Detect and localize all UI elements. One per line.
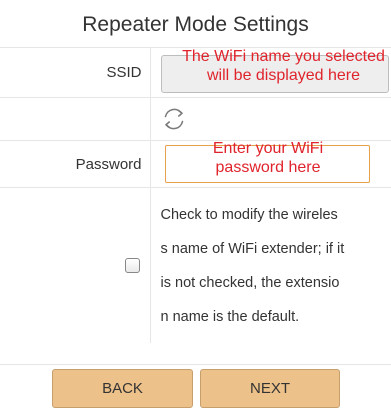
extender-text-line: n name is the default. (160, 309, 300, 326)
next-button[interactable]: NEXT (200, 369, 340, 408)
password-hint: Enter your WiFi password here (166, 139, 371, 177)
password-input[interactable]: Enter your WiFi password here (164, 140, 370, 183)
refresh-cell (150, 97, 391, 141)
ssid-hint-line2: will be displayed here (207, 66, 360, 84)
settings-table: SSID The WiFi name you selected will be … (0, 47, 391, 343)
ssid-cell: The WiFi name you selected will be displ… (150, 47, 391, 98)
extender-name-row: Check to modify the wireles s name of Wi… (0, 187, 391, 343)
extender-text-line: is not checked, the extensio (160, 275, 340, 292)
ssid-row: SSID The WiFi name you selected will be … (0, 47, 391, 98)
ssid-hint: The WiFi name you selected will be displ… (164, 47, 391, 85)
password-hint-line1: Enter your WiFi (212, 140, 324, 157)
password-hint-line2: password here (215, 159, 321, 176)
extender-text-line: Check to modify the wireles (160, 207, 338, 224)
refresh-label-cell (0, 97, 151, 141)
extender-text-line: s name of WiFi extender; if it (160, 241, 345, 258)
extender-checkbox-cell (0, 187, 151, 343)
ssid-label: SSID (0, 47, 151, 98)
ssid-hint-line1: The WiFi name you selected (182, 47, 385, 65)
ssid-field[interactable]: The WiFi name you selected will be displ… (160, 48, 389, 93)
extender-description: Check to modify the wireles s name of Wi… (161, 196, 391, 334)
page-title: Repeater Mode Settings (82, 13, 309, 36)
password-cell: Enter your WiFi password here (150, 140, 391, 188)
button-row: BACK NEXT (0, 364, 391, 412)
extender-text-cell: Check to modify the wireles s name of Wi… (150, 187, 391, 343)
extender-name-checkbox[interactable] (125, 257, 140, 273)
repeater-settings-page: Repeater Mode Settings SSID The WiFi nam… (0, 0, 391, 412)
password-row: Password Enter your WiFi password here (0, 140, 391, 188)
back-button[interactable]: BACK (52, 369, 193, 408)
refresh-icon[interactable] (161, 106, 187, 132)
password-label: Password (0, 140, 151, 188)
refresh-row (0, 97, 391, 141)
